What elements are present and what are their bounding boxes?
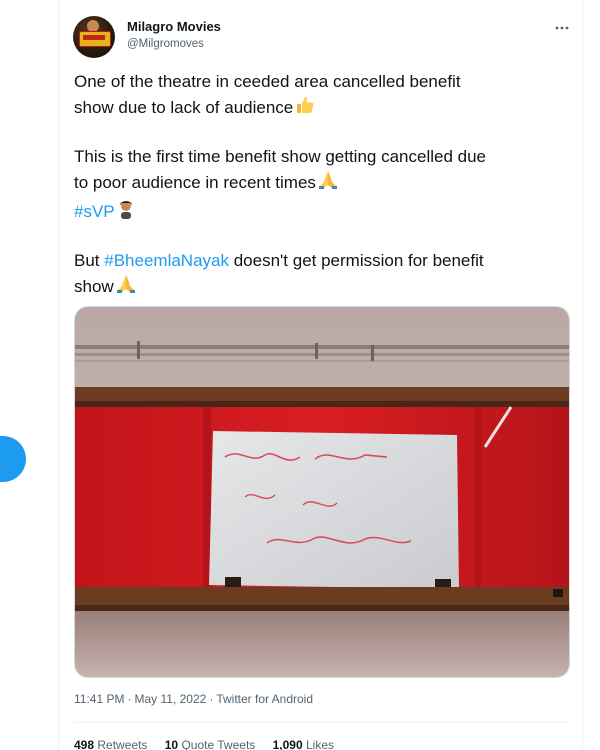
retweets-stat[interactable]: 498 Retweets (74, 738, 147, 750)
likes-stat[interactable]: 1,090 Likes (273, 738, 334, 750)
tweet-text-segment: This is the first time benefit show gett… (74, 147, 486, 166)
quote-tweets-stat[interactable]: 10 Quote Tweets (165, 738, 256, 750)
avatar[interactable] (73, 16, 115, 58)
compose-tweet-button[interactable] (0, 436, 26, 482)
tweet-header: Milagro Movies @Milgromoves (73, 14, 573, 60)
tweet-text-segment: show due to lack of audience (74, 98, 294, 117)
tweet-paragraph-2: This is the first time benefit show gett… (74, 145, 574, 227)
photo-icon (75, 307, 569, 677)
quote-tweets-label: Quote Tweets (181, 738, 256, 750)
hashtag-bheemlanayak[interactable]: #BheemlaNayak (104, 251, 229, 270)
tweet-line: #sVP (74, 198, 574, 227)
tweet-line: show (74, 273, 574, 302)
tweet-text-segment: doesn't get permission for benefit (229, 251, 484, 270)
thumbs-up-icon (294, 94, 316, 123)
tweet-line: One of the theatre in ceeded area cancel… (74, 70, 574, 94)
author-handle[interactable]: @Milgromoves (127, 38, 204, 50)
tweet-time[interactable]: 11:41 PM (74, 692, 124, 706)
tweet: Milagro Movies @Milgromoves One of the t… (59, 0, 582, 750)
avatar-logo-band (83, 35, 105, 40)
tweet-text-segment: show (74, 277, 114, 296)
page: Milagro Movies @Milgromoves One of the t… (0, 0, 600, 750)
timeline-right-border (582, 0, 583, 750)
folded-hands-icon (317, 169, 339, 198)
author-name[interactable]: Milagro Movies (127, 19, 221, 34)
more-horizontal-icon[interactable] (551, 20, 573, 36)
tweet-photo[interactable] (74, 306, 570, 678)
tweet-line: This is the first time benefit show gett… (74, 145, 574, 169)
tweet-text: One of the theatre in ceeded area cancel… (74, 70, 574, 324)
tweet-text-segment: But (74, 251, 105, 270)
quote-tweets-count: 10 (164, 738, 179, 750)
tweet-paragraph-3: But #BheemlaNayak doesn't get permission… (74, 249, 574, 302)
tweet-line: But #BheemlaNayak doesn't get permission… (74, 249, 574, 273)
tweet-meta: 11:41 PM · May 11, 2022 · Twitter for Androi… (74, 692, 313, 706)
retweets-count: 498 (74, 738, 95, 750)
retweets-label: Retweets (97, 738, 148, 750)
meta-separator: · (127, 692, 132, 706)
tweet-line: to poor audience in recent times (74, 169, 574, 198)
tweet-text-segment: One of the theatre in ceeded area cancel… (74, 72, 461, 91)
hashtag-svp[interactable]: #sVP (74, 202, 115, 221)
person-icon (116, 198, 136, 227)
stats-divider (74, 722, 568, 723)
tweet-line: show due to lack of audience (74, 94, 574, 123)
tweet-date[interactable]: May 11, 2022 (134, 692, 206, 706)
tweet-text-segment: to poor audience in recent times (74, 173, 316, 192)
likes-label: Likes (306, 738, 335, 750)
tweet-source[interactable]: Twitter for Android (216, 692, 313, 706)
folded-hands-icon (115, 273, 137, 302)
tweet-stats: 498 Retweets 10 Quote Tweets 1,090 Likes (74, 738, 348, 750)
meta-separator: · (209, 692, 214, 706)
tweet-paragraph-1: One of the theatre in ceeded area cancel… (74, 70, 574, 123)
likes-count: 1,090 (272, 738, 303, 750)
